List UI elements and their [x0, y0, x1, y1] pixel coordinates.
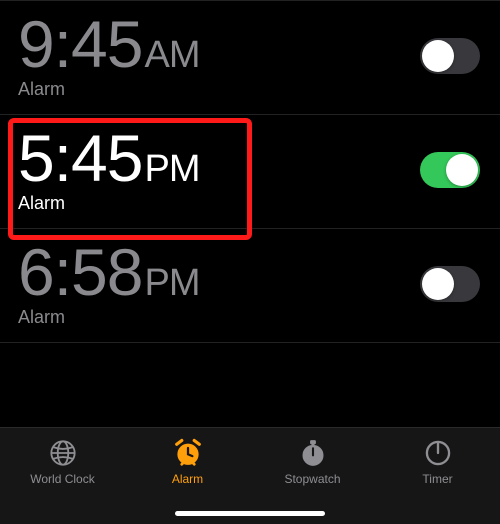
timer-icon: [423, 438, 453, 468]
tab-alarm[interactable]: Alarm: [125, 438, 250, 486]
tab-label: Timer: [422, 472, 452, 486]
alarm-label: Alarm: [18, 307, 199, 328]
globe-icon: [48, 438, 78, 468]
toggle-knob: [422, 40, 454, 72]
alarm-ampm: AM: [144, 34, 199, 77]
tab-stopwatch[interactable]: Stopwatch: [250, 438, 375, 486]
toggle-knob: [446, 154, 478, 186]
alarm-time-block: 6:58 PM Alarm: [18, 239, 199, 328]
alarm-time-block: 9:45 AM Alarm: [18, 11, 199, 100]
alarm-row[interactable]: 6:58 PM Alarm: [0, 229, 500, 343]
tab-label: Alarm: [172, 472, 203, 486]
alarm-row[interactable]: 9:45 AM Alarm: [0, 0, 500, 115]
alarm-ampm: PM: [144, 148, 199, 191]
stopwatch-icon: [298, 438, 328, 468]
alarm-list: 9:45 AM Alarm 5:45 PM Alarm 6:58 PM: [0, 0, 500, 343]
alarm-toggle[interactable]: [420, 152, 480, 188]
tab-label: World Clock: [30, 472, 94, 486]
alarm-clock-icon: [173, 438, 203, 468]
home-indicator[interactable]: [175, 511, 325, 516]
tab-timer[interactable]: Timer: [375, 438, 500, 486]
toggle-knob: [422, 268, 454, 300]
tab-label: Stopwatch: [284, 472, 340, 486]
alarm-label: Alarm: [18, 79, 199, 100]
alarm-row[interactable]: 5:45 PM Alarm: [0, 115, 500, 229]
alarm-ampm: PM: [144, 262, 199, 305]
tab-bar: World Clock Alarm Stopwatch: [0, 427, 500, 524]
alarm-label: Alarm: [18, 193, 199, 214]
alarm-toggle[interactable]: [420, 266, 480, 302]
alarm-time-block: 5:45 PM Alarm: [18, 125, 199, 214]
alarm-time: 5:45: [18, 125, 142, 191]
alarm-time: 9:45: [18, 11, 142, 77]
alarm-time: 6:58: [18, 239, 142, 305]
alarm-toggle[interactable]: [420, 38, 480, 74]
tab-world-clock[interactable]: World Clock: [0, 438, 125, 486]
